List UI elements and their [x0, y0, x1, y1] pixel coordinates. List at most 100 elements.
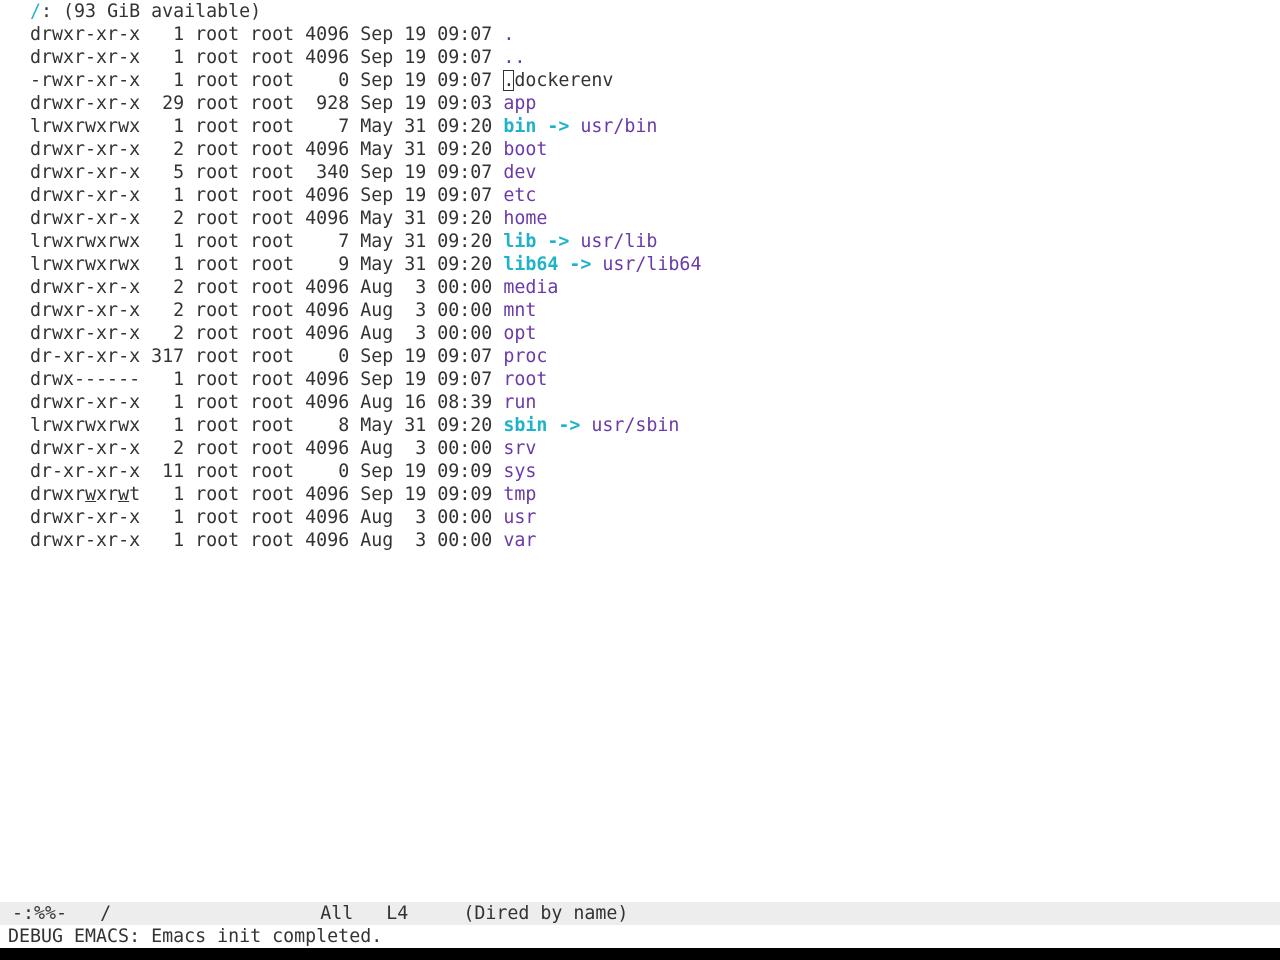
entry-group: root — [239, 369, 295, 390]
entry-size: 4096 — [294, 438, 350, 459]
entry-time: 00:00 — [426, 507, 493, 528]
dired-entry-row[interactable]: drwxr-xr-x 2 root root 4096 Aug 3 00:00 … — [8, 322, 1272, 345]
entry-link-count: 2 — [140, 438, 185, 459]
dired-entry-row[interactable]: lrwxrwxrwx 1 root root 9 May 31 09:20 li… — [8, 253, 1272, 276]
entry-name[interactable]: .dockerenv — [503, 70, 613, 91]
entry-month: Sep — [349, 47, 394, 68]
dired-entry-row[interactable]: lrwxrwxrwx 1 root root 8 May 31 09:20 sb… — [8, 414, 1272, 437]
entry-time: 09:07 — [426, 346, 493, 367]
dired-entry-row[interactable]: drwxr-xr-x 1 root root 4096 Aug 3 00:00 … — [8, 529, 1272, 552]
entry-time: 00:00 — [426, 530, 493, 551]
entry-name[interactable]: lib — [503, 231, 536, 252]
entry-size: 4096 — [294, 300, 350, 321]
entry-name[interactable]: app — [503, 93, 536, 114]
entry-group: root — [239, 139, 295, 160]
entry-mark-column — [8, 47, 30, 68]
dired-entry-row[interactable]: drwx------ 1 root root 4096 Sep 19 09:07… — [8, 368, 1272, 391]
entry-name[interactable]: lib64 — [503, 254, 558, 275]
entry-mark-column — [8, 392, 30, 413]
entry-permissions: drwxr-xr-x — [30, 392, 141, 413]
dired-entry-row[interactable]: dr-xr-xr-x 317 root root 0 Sep 19 09:07 … — [8, 345, 1272, 368]
dired-header-directory[interactable]: / — [30, 1, 41, 22]
entry-day: 3 — [393, 323, 427, 344]
entry-owner: root — [184, 185, 240, 206]
symlink-target[interactable]: usr/bin — [580, 116, 657, 137]
entry-group: root — [239, 277, 295, 298]
entry-permissions: drwxr-xr-x — [30, 300, 141, 321]
entry-month: Aug — [349, 392, 394, 413]
entry-time: 00:00 — [426, 438, 493, 459]
text-cursor: . — [503, 70, 515, 91]
entry-link-count: 1 — [140, 116, 185, 137]
dired-buffer[interactable]: /: (93 GiB available) drwxr-xr-x 1 root … — [8, 0, 1272, 900]
entry-name[interactable]: usr — [503, 507, 536, 528]
entry-name[interactable]: sys — [503, 461, 536, 482]
entry-name[interactable]: . — [503, 24, 514, 45]
entry-name[interactable]: srv — [503, 438, 536, 459]
dired-entry-row[interactable]: -rwxr-xr-x 1 root root 0 Sep 19 09:07 .d… — [8, 69, 1272, 92]
dired-entry-row[interactable]: drwxr-xr-x 2 root root 4096 May 31 09:20… — [8, 207, 1272, 230]
entry-name[interactable]: boot — [503, 139, 547, 160]
dired-entry-row[interactable]: drwxr-xr-x 5 root root 340 Sep 19 09:07 … — [8, 161, 1272, 184]
entry-name[interactable]: mnt — [503, 300, 536, 321]
entry-name[interactable]: root — [503, 369, 547, 390]
entry-name[interactable]: dev — [503, 162, 536, 183]
entry-permissions: lrwxrwxrwx — [30, 254, 141, 275]
entry-name[interactable]: etc — [503, 185, 536, 206]
entry-time: 09:07 — [426, 162, 493, 183]
dired-entry-row[interactable]: drwxr-xr-x 1 root root 4096 Sep 19 09:07… — [8, 46, 1272, 69]
dired-entry-row[interactable]: drwxr-xr-x 1 root root 4096 Sep 19 09:07… — [8, 184, 1272, 207]
entry-name[interactable]: run — [503, 392, 536, 413]
entry-mark-column — [8, 438, 30, 459]
entry-mark-column — [8, 300, 30, 321]
entry-name[interactable]: bin — [503, 116, 536, 137]
entry-link-count: 1 — [140, 231, 185, 252]
entry-group: root — [239, 116, 295, 137]
entry-link-count: 1 — [140, 369, 185, 390]
dired-entry-row[interactable]: drwxr-xr-x 2 root root 4096 Aug 3 00:00 … — [8, 437, 1272, 460]
entry-name[interactable]: .. — [503, 47, 525, 68]
entry-month: Sep — [349, 484, 394, 505]
dired-entry-row[interactable]: drwxr-xr-x 1 root root 4096 Sep 19 09:07… — [8, 23, 1272, 46]
symlink-target[interactable]: usr/lib64 — [602, 254, 701, 275]
modeline-status: -:%%- — [12, 903, 68, 924]
entry-time: 09:07 — [426, 185, 493, 206]
dired-entry-row[interactable]: lrwxrwxrwx 1 root root 7 May 31 09:20 li… — [8, 230, 1272, 253]
entry-time: 00:00 — [426, 277, 493, 298]
entry-time: 09:20 — [426, 231, 493, 252]
symlink-target[interactable]: usr/lib — [580, 231, 657, 252]
entry-mark-column — [8, 231, 30, 252]
dired-entry-row[interactable]: drwxr-xr-x 1 root root 4096 Aug 16 08:39… — [8, 391, 1272, 414]
entry-name[interactable]: media — [503, 277, 558, 298]
dired-entry-row[interactable]: drwxr-xr-x 1 root root 4096 Aug 3 00:00 … — [8, 506, 1272, 529]
symlink-target[interactable]: usr/sbin — [591, 415, 679, 436]
entry-mark-column — [8, 93, 30, 114]
entry-name[interactable]: opt — [503, 323, 536, 344]
entry-size: 7 — [294, 116, 350, 137]
entry-owner: root — [184, 346, 240, 367]
entry-group: root — [239, 70, 295, 91]
entry-name[interactable]: sbin — [503, 415, 547, 436]
entry-mark-column — [8, 277, 30, 298]
entry-time: 09:20 — [426, 208, 493, 229]
dired-entry-row[interactable]: drwxrwxrwt 1 root root 4096 Sep 19 09:09… — [8, 483, 1272, 506]
dired-entry-row[interactable]: dr-xr-xr-x 11 root root 0 Sep 19 09:09 s… — [8, 460, 1272, 483]
dired-entry-row[interactable]: drwxr-xr-x 2 root root 4096 May 31 09:20… — [8, 138, 1272, 161]
entry-link-count: 1 — [140, 254, 185, 275]
entry-size: 4096 — [294, 139, 350, 160]
dired-entry-row[interactable]: drwxr-xr-x 2 root root 4096 Aug 3 00:00 … — [8, 276, 1272, 299]
entry-permissions: dr-xr-xr-x — [30, 461, 141, 482]
dired-entry-row[interactable]: drwxr-xr-x 29 root root 928 Sep 19 09:03… — [8, 92, 1272, 115]
echo-message: DEBUG EMACS: Emacs init completed. — [8, 926, 383, 947]
entry-time: 09:07 — [426, 47, 493, 68]
entry-size: 4096 — [294, 392, 350, 413]
entry-name[interactable]: home — [503, 208, 547, 229]
entry-name[interactable]: proc — [503, 346, 547, 367]
dired-entry-row[interactable]: lrwxrwxrwx 1 root root 7 May 31 09:20 bi… — [8, 115, 1272, 138]
entry-name[interactable]: var — [503, 530, 536, 551]
entry-name[interactable]: tmp — [503, 484, 536, 505]
entry-time: 09:09 — [426, 461, 493, 482]
entry-permissions: lrwxrwxrwx — [30, 231, 141, 252]
dired-entry-row[interactable]: drwxr-xr-x 2 root root 4096 Aug 3 00:00 … — [8, 299, 1272, 322]
entry-mark-column — [8, 415, 30, 436]
